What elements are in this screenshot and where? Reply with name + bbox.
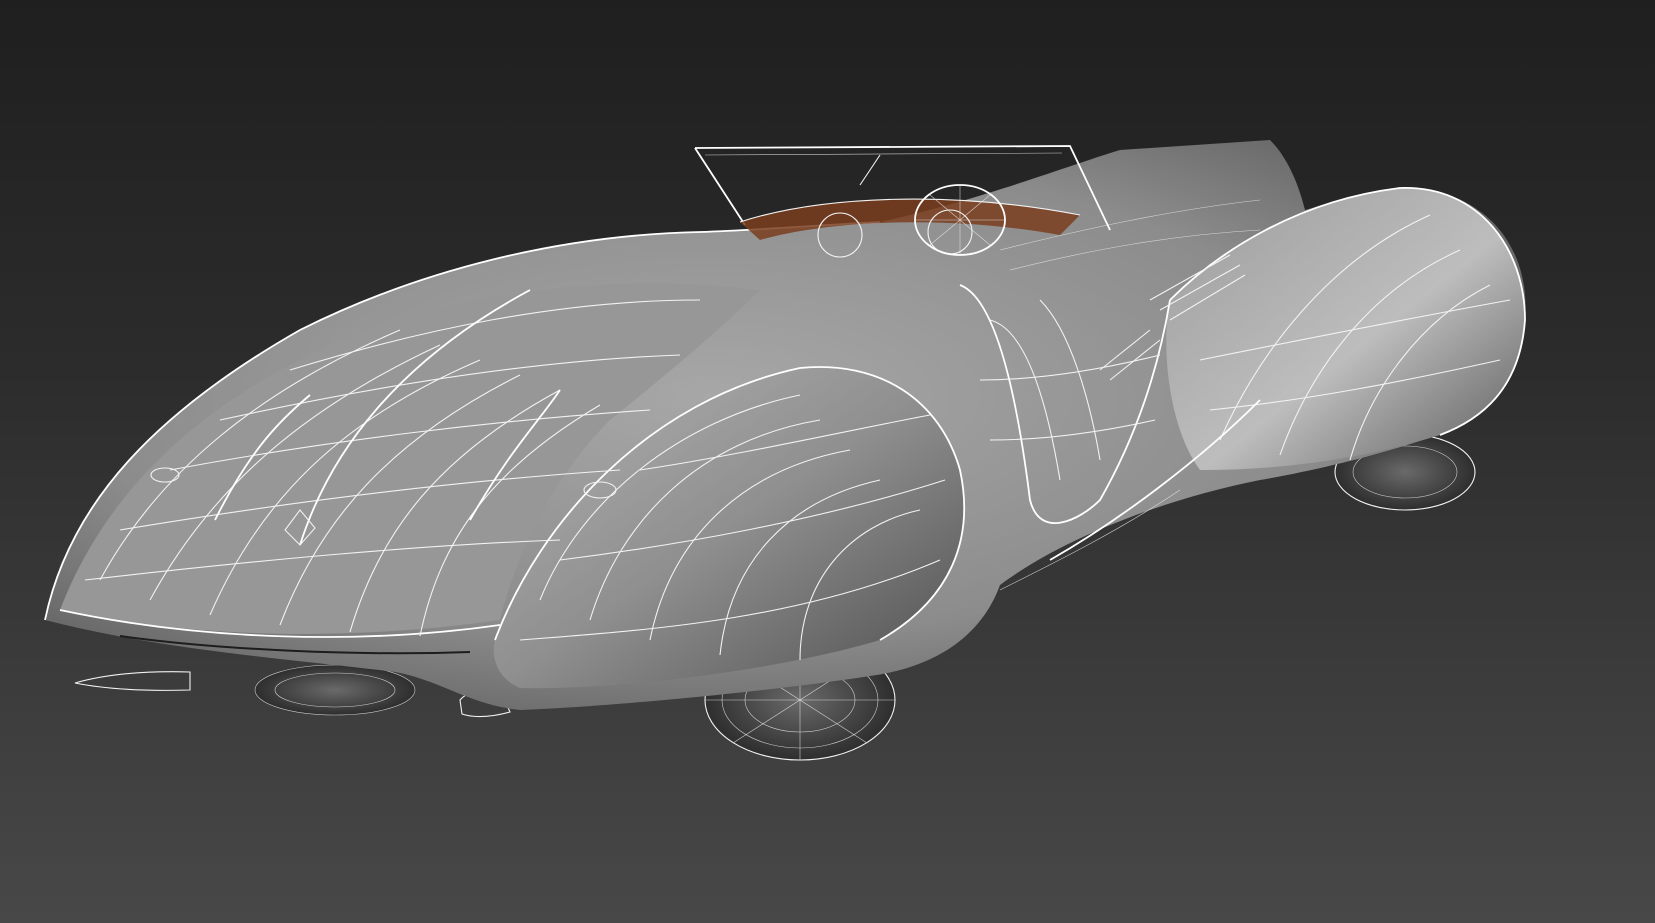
rear-wheel-far [254,664,416,716]
3d-viewport[interactable] [0,0,1655,923]
exhaust-pipe-left [74,671,191,691]
model-render[interactable] [0,0,1655,923]
